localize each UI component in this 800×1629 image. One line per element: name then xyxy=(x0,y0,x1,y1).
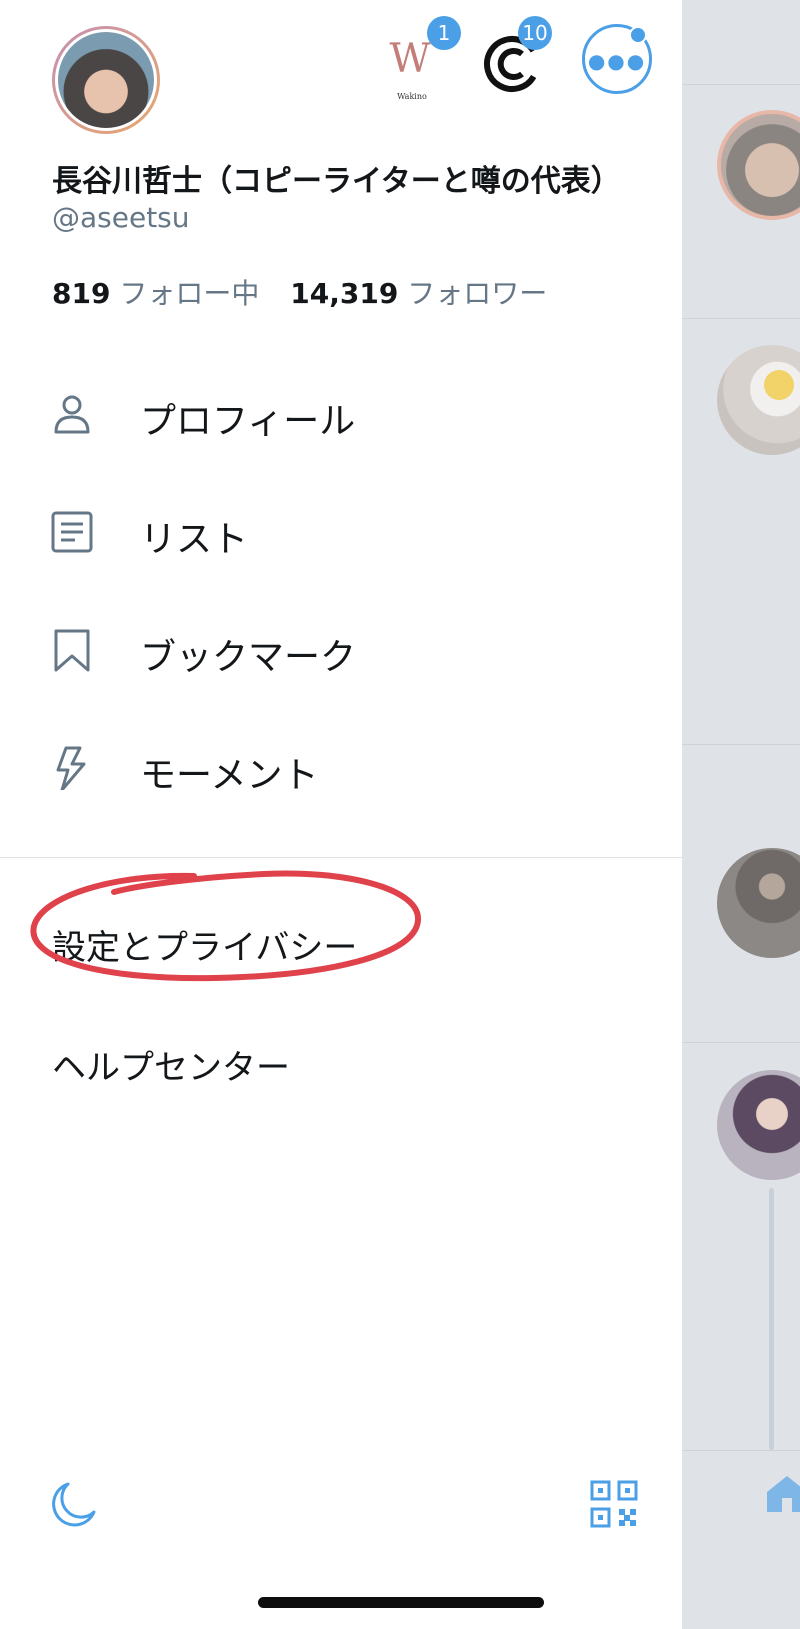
moon-icon[interactable] xyxy=(48,1480,98,1530)
follow-stats: 819 フォロー中 14,319 フォロワー xyxy=(52,272,569,312)
account-switch-wakino[interactable]: W Wakino 1 xyxy=(385,16,461,101)
menu-item-lists[interactable]: リスト xyxy=(0,482,682,582)
menu-label: プロフィール xyxy=(140,401,356,442)
home-indicator[interactable] xyxy=(258,1597,544,1608)
qr-code-icon[interactable] xyxy=(590,1480,638,1528)
notification-badge: 1 xyxy=(427,16,461,50)
avatar xyxy=(717,110,800,220)
wakino-logo-text: Wakino xyxy=(397,92,427,101)
following-label: フォロー中 xyxy=(119,277,260,310)
menu-label: ブックマーク xyxy=(140,637,357,678)
menu-label: モーメント xyxy=(140,755,319,796)
notification-badge: 10 xyxy=(518,16,552,50)
divider xyxy=(682,1042,800,1043)
avatar xyxy=(717,345,800,455)
following-link[interactable]: 819 フォロー中 xyxy=(52,277,290,310)
divider xyxy=(682,318,800,319)
unread-dot xyxy=(629,26,647,44)
followers-link[interactable]: 14,319 フォロワー xyxy=(290,277,569,310)
ellipsis-icon: ●●● xyxy=(587,49,647,73)
timeline-backdrop[interactable] xyxy=(682,0,800,1629)
emoji-icon xyxy=(764,370,794,400)
following-count: 819 xyxy=(52,277,111,310)
bookmark-icon xyxy=(54,629,90,672)
menu-item-moments[interactable]: モーメント xyxy=(0,718,682,818)
avatar-photo xyxy=(55,29,157,131)
menu-item-bookmarks[interactable]: ブックマーク xyxy=(0,600,682,700)
menu-divider xyxy=(0,857,682,858)
thread-line xyxy=(769,1188,774,1450)
list-icon xyxy=(51,511,93,553)
divider xyxy=(682,84,800,85)
person-icon xyxy=(54,395,90,434)
followers-label: フォロワー xyxy=(407,277,548,310)
wakino-logo-icon: W xyxy=(389,36,431,82)
display-name: 長谷川哲士（コピーライターと噂の代表） xyxy=(52,164,621,199)
profile-avatar[interactable] xyxy=(52,26,160,134)
divider xyxy=(682,744,800,745)
followers-count: 14,319 xyxy=(290,277,399,310)
avatar xyxy=(717,1070,800,1180)
avatar xyxy=(717,848,800,958)
account-switch-c[interactable]: 10 xyxy=(482,16,552,98)
help-center-link[interactable]: ヘルプセンター xyxy=(52,1040,290,1089)
home-icon[interactable] xyxy=(762,1470,800,1514)
divider xyxy=(682,1450,800,1451)
user-handle: @aseetsu xyxy=(52,201,190,234)
menu-item-profile[interactable]: プロフィール xyxy=(0,364,682,464)
lightning-icon xyxy=(56,746,86,790)
red-circle-annotation xyxy=(30,870,422,982)
menu-label: リスト xyxy=(140,519,249,560)
